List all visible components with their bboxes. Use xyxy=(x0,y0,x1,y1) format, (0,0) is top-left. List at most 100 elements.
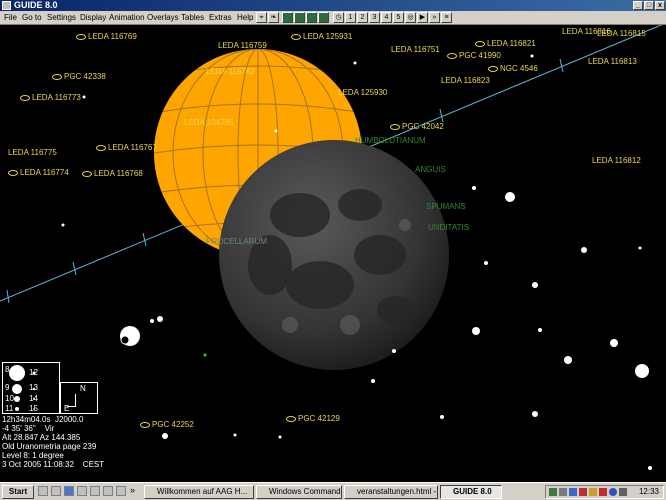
clock[interactable]: 12:33 xyxy=(639,486,659,498)
close-button[interactable]: x xyxy=(655,1,665,10)
star[interactable] xyxy=(203,353,207,357)
galaxy-label[interactable]: LEDA 125930 xyxy=(338,88,387,97)
galaxy-label[interactable]: LEDA 116769 xyxy=(76,32,137,41)
toolbar-play-icon[interactable]: ▶ xyxy=(417,12,428,23)
star[interactable] xyxy=(150,319,154,323)
toolbar-zoom-1-button[interactable]: 1 xyxy=(345,12,356,23)
star[interactable] xyxy=(648,466,652,470)
galaxy-label[interactable]: LEDA 116813 xyxy=(588,57,637,66)
star[interactable] xyxy=(564,356,572,364)
star[interactable] xyxy=(371,379,375,383)
galaxy-label[interactable]: PGC 42042 xyxy=(390,122,444,131)
toolbar-map1-icon[interactable] xyxy=(282,12,293,23)
toolbar-map3-icon[interactable] xyxy=(306,12,317,23)
tray-icon[interactable] xyxy=(579,488,587,496)
galaxy-label[interactable]: LEDA 116773 xyxy=(20,93,81,102)
moon[interactable] xyxy=(219,140,449,370)
tray-icon[interactable] xyxy=(599,488,607,496)
star[interactable] xyxy=(532,282,538,288)
galaxy-label[interactable]: PGC 41990 xyxy=(447,51,501,60)
star[interactable] xyxy=(532,411,538,417)
task-browser[interactable]: Willkommen auf AAG H... xyxy=(144,485,254,499)
galaxy-label[interactable]: PGC 42129 xyxy=(286,414,340,423)
toolbar-zoom-4-button[interactable]: 4 xyxy=(381,12,392,23)
quicklaunch-app-icon[interactable] xyxy=(116,486,126,496)
tray-icon[interactable] xyxy=(549,488,557,496)
star[interactable] xyxy=(472,186,476,190)
star[interactable] xyxy=(278,435,282,439)
galaxy-label[interactable]: LEDA 116812 xyxy=(592,156,641,165)
galaxy-label[interactable]: LEDA 116768 xyxy=(82,169,143,178)
galaxy-label[interactable]: PGC 42338 xyxy=(52,72,106,81)
galaxy-label[interactable]: NGC 4546 xyxy=(488,64,538,73)
galaxy-label[interactable]: LEDA 116762 xyxy=(206,67,255,76)
maximize-button[interactable]: □ xyxy=(644,1,654,10)
sky-chart[interactable]: LEDA 116769 LEDA 116759 LEDA 125931 LEDA… xyxy=(0,25,666,482)
toolbar-map4-icon[interactable] xyxy=(318,12,329,23)
star[interactable] xyxy=(353,61,357,65)
star[interactable] xyxy=(157,316,163,322)
quicklaunch-folder-icon[interactable] xyxy=(77,486,87,496)
quicklaunch-desktop-icon[interactable] xyxy=(51,486,61,496)
star[interactable] xyxy=(392,349,396,353)
start-button[interactable]: Start xyxy=(2,485,34,499)
star[interactable] xyxy=(610,339,618,347)
quicklaunch-browser-icon[interactable] xyxy=(64,486,74,496)
star[interactable] xyxy=(82,95,86,99)
minimize-button[interactable]: _ xyxy=(633,1,643,10)
galaxy-label[interactable]: LEDA 104785 xyxy=(184,118,233,127)
tray-icon[interactable] xyxy=(589,488,597,496)
tray-icon[interactable] xyxy=(559,488,567,496)
galaxy-label[interactable]: LEDA 116751 xyxy=(391,45,440,54)
star[interactable] xyxy=(581,247,587,253)
toolbar-telescope-icon[interactable]: ⌖ xyxy=(256,12,267,23)
quicklaunch-more-icon[interactable]: » xyxy=(130,485,135,495)
galaxy-label[interactable]: LEDA 116823 xyxy=(441,76,490,85)
task-commander[interactable]: Windows Commander 4... xyxy=(256,485,342,499)
star[interactable] xyxy=(61,223,65,227)
quicklaunch-media-icon[interactable] xyxy=(103,486,113,496)
quicklaunch-mail-icon[interactable] xyxy=(90,486,100,496)
star[interactable] xyxy=(530,54,534,58)
star[interactable] xyxy=(505,192,515,202)
menu-animation[interactable]: Animation xyxy=(109,11,145,25)
star[interactable] xyxy=(440,415,444,419)
galaxy-label[interactable]: LEDA 116775 xyxy=(8,148,57,157)
star[interactable] xyxy=(635,364,649,378)
galaxy-label[interactable]: LEDA 116767 xyxy=(96,143,157,152)
quicklaunch-explorer-icon[interactable] xyxy=(38,486,48,496)
menu-settings[interactable]: Settings xyxy=(47,11,76,25)
tray-icon[interactable] xyxy=(569,488,577,496)
star[interactable] xyxy=(162,433,168,439)
menu-tables[interactable]: Tables xyxy=(181,11,204,25)
task-editor[interactable]: veranstaltungen.html - E... xyxy=(344,485,438,499)
galaxy-label[interactable]: LEDA 116821 xyxy=(475,39,536,48)
galaxy-label[interactable]: LEDA 125931 xyxy=(291,32,352,41)
galaxy-label[interactable]: PGC 42252 xyxy=(140,420,194,429)
galaxy-label[interactable]: LEDA 116759 xyxy=(218,41,267,50)
toolbar-zoom-2-button[interactable]: 2 xyxy=(357,12,368,23)
toolbar-map2-icon[interactable] xyxy=(294,12,305,23)
menu-file[interactable]: File xyxy=(4,11,17,25)
menu-overlays[interactable]: Overlays xyxy=(147,11,179,25)
toolbar-clock-icon[interactable]: ◷ xyxy=(333,12,344,23)
toolbar-zoom-5-button[interactable]: 5 xyxy=(393,12,404,23)
toolbar-zoom-3-button[interactable]: 3 xyxy=(369,12,380,23)
star[interactable] xyxy=(472,327,480,335)
toolbar-leaf-icon[interactable]: ❧ xyxy=(268,12,279,23)
star[interactable] xyxy=(638,246,642,250)
toolbar-target-icon[interactable]: ◎ xyxy=(405,12,416,23)
menu-display[interactable]: Display xyxy=(80,11,106,25)
task-guide[interactable]: GUIDE 8.0 xyxy=(440,485,502,499)
menu-goto[interactable]: Go to xyxy=(22,11,42,25)
galaxy-label[interactable]: LEDA 116815 xyxy=(597,29,646,38)
menu-extras[interactable]: Extras xyxy=(209,11,232,25)
toolbar-list-icon[interactable]: ≡ xyxy=(441,12,452,23)
tray-icon[interactable] xyxy=(609,488,617,496)
menu-help[interactable]: Help xyxy=(237,11,253,25)
galaxy-label[interactable]: LEDA 116774 xyxy=(8,168,69,177)
volume-icon[interactable] xyxy=(619,488,627,496)
toolbar-fast-forward-icon[interactable]: » xyxy=(429,12,440,23)
star[interactable] xyxy=(233,433,237,437)
star[interactable] xyxy=(538,328,542,332)
